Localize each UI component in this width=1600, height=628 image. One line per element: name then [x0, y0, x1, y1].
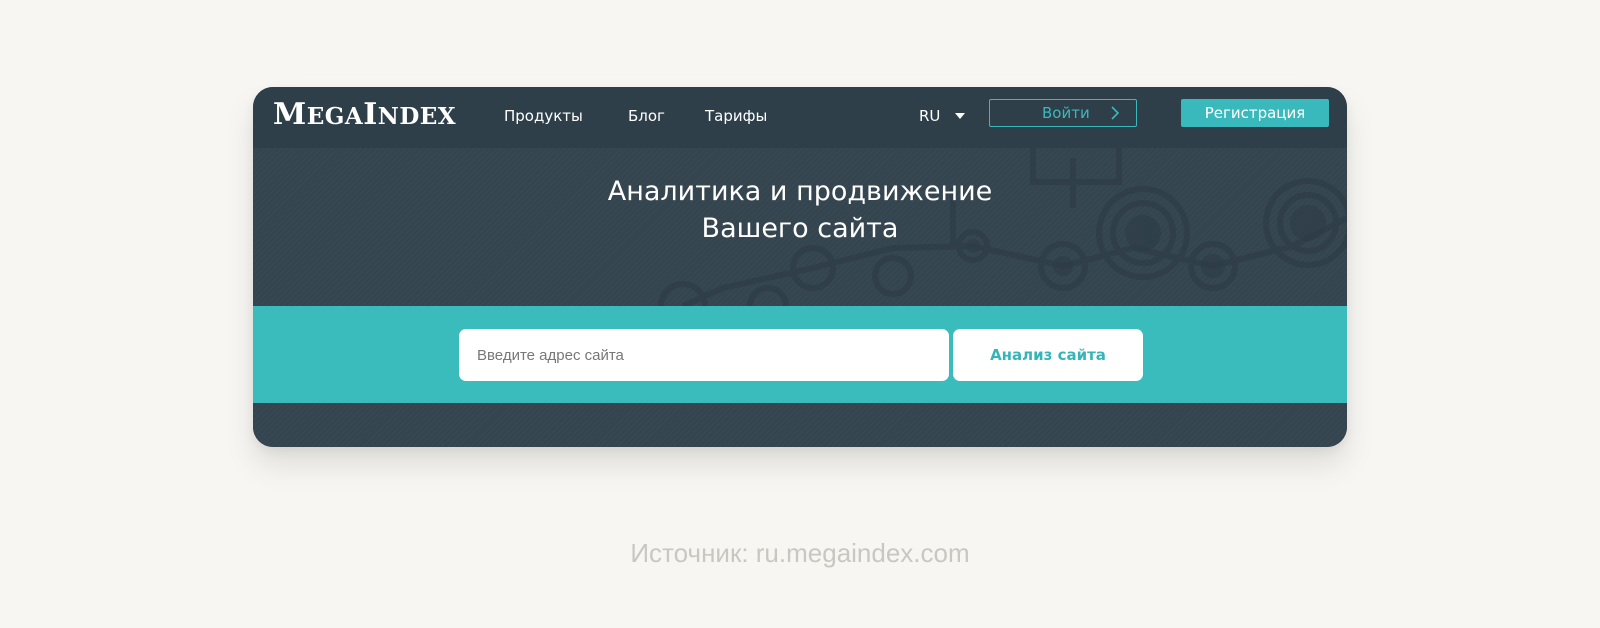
site-header-card: MEGAINDEX Продукты Блог Тарифы RU Войти … [253, 87, 1347, 447]
megaindex-logo[interactable]: MEGAINDEX [273, 93, 456, 137]
logo-letters-ega: EGA [306, 103, 364, 130]
register-button[interactable]: Регистрация [1181, 99, 1329, 127]
search-band: Анализ сайта [253, 306, 1347, 403]
chevron-right-icon [1111, 106, 1120, 120]
login-button[interactable]: Войти [989, 99, 1137, 127]
site-url-input[interactable] [459, 329, 949, 381]
top-navigation-bar: MEGAINDEX Продукты Блог Тарифы RU Войти … [253, 87, 1347, 148]
nav-item-blog[interactable]: Блог [628, 104, 665, 128]
nav-item-pricing[interactable]: Тарифы [705, 104, 767, 128]
hero-section: Аналитика и продвижение Вашего сайта [253, 148, 1347, 306]
language-selector[interactable]: RU [919, 104, 940, 128]
login-button-label: Войти [1042, 104, 1090, 122]
logo-letter-i: I [363, 97, 378, 132]
logo-letter-m: M [273, 97, 307, 132]
nav-item-products[interactable]: Продукты [504, 104, 583, 128]
source-caption: Источник: ru.megaindex.com [630, 538, 970, 568]
hero-bottom-strip [253, 403, 1347, 447]
logo-letters-ndex: NDEX [377, 103, 457, 130]
hero-title-line-2: Вашего сайта [701, 213, 899, 244]
hero-title-line-1: Аналитика и продвижение [607, 176, 993, 207]
caret-down-icon[interactable] [955, 113, 965, 119]
analyze-site-button[interactable]: Анализ сайта [953, 329, 1143, 381]
